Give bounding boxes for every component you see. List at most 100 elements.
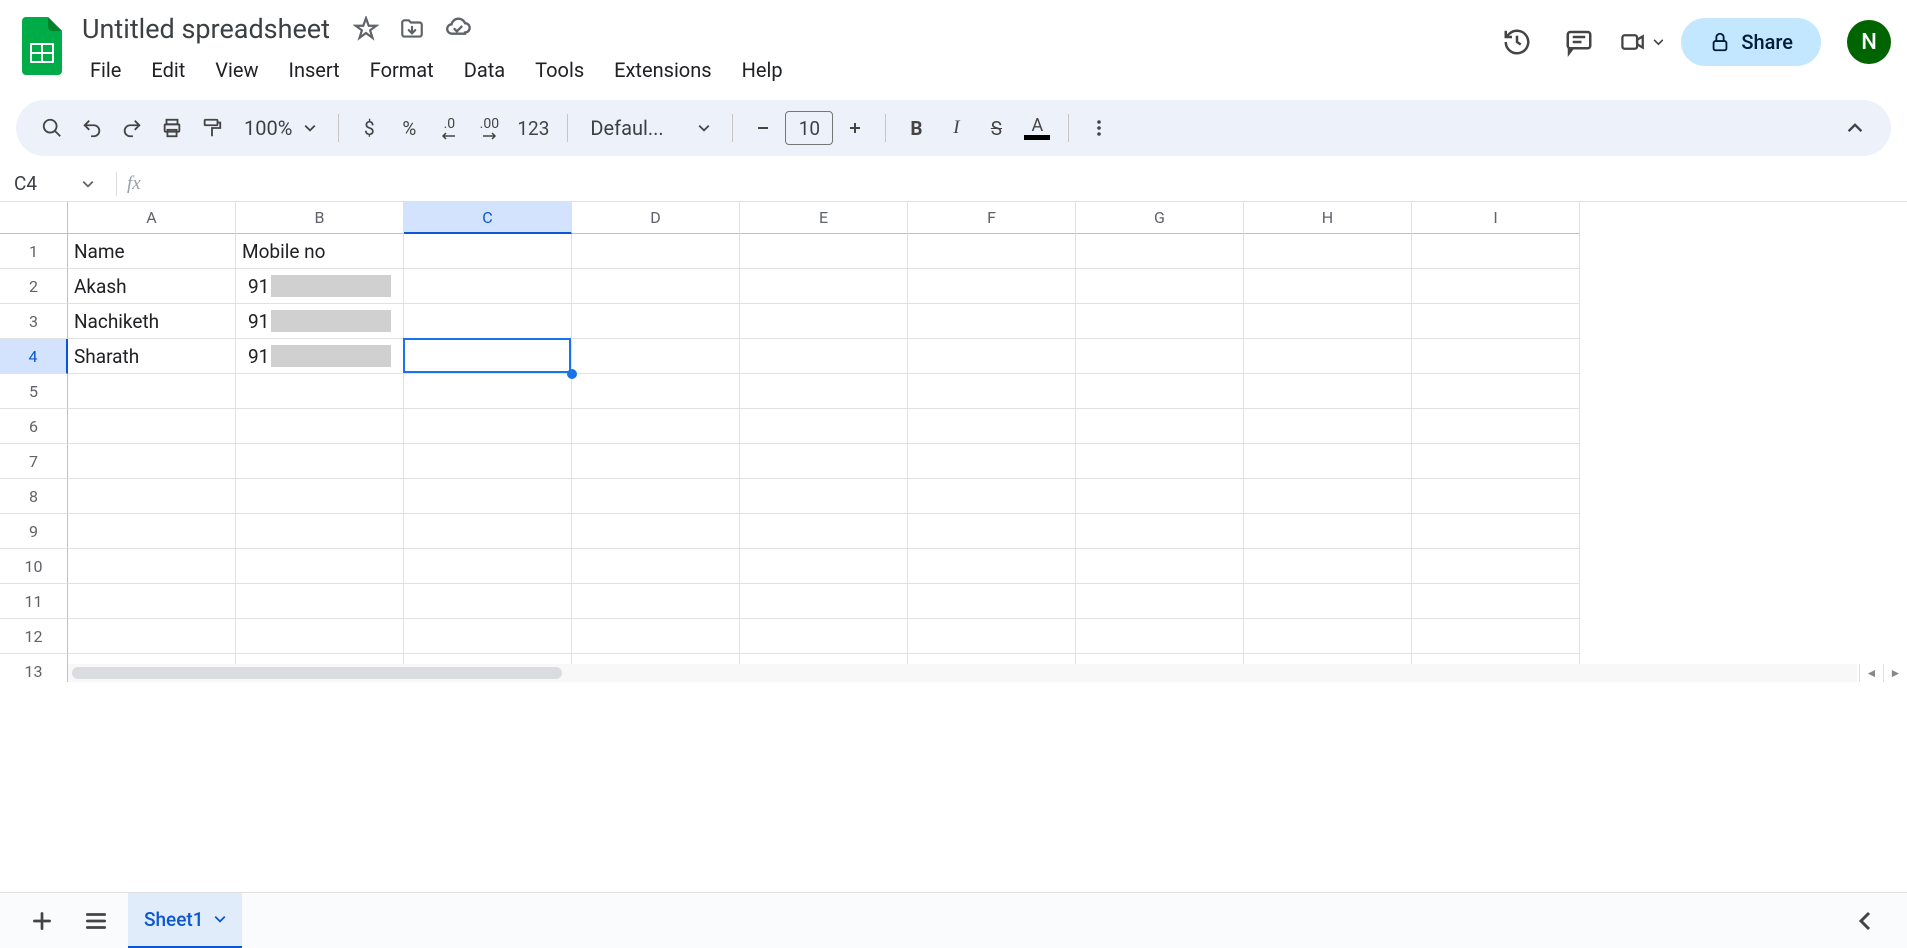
bold-button[interactable]: B [898, 110, 934, 146]
cell[interactable] [740, 479, 908, 514]
cell[interactable] [572, 269, 740, 304]
cell[interactable]: 91 [236, 269, 404, 304]
column-header[interactable]: I [1412, 202, 1580, 234]
cell[interactable] [740, 619, 908, 654]
cell[interactable] [1412, 444, 1580, 479]
cell[interactable] [1412, 549, 1580, 584]
cell[interactable] [1412, 514, 1580, 549]
row-header[interactable]: 7 [0, 444, 68, 479]
cell[interactable] [572, 304, 740, 339]
menu-insert[interactable]: Insert [275, 52, 354, 88]
cell[interactable]: Sharath [68, 339, 236, 374]
cell[interactable] [236, 514, 404, 549]
cell[interactable] [908, 444, 1076, 479]
menu-edit[interactable]: Edit [137, 52, 199, 88]
user-avatar[interactable]: N [1847, 20, 1891, 64]
horizontal-scrollbar[interactable] [68, 664, 1857, 682]
cell[interactable] [68, 514, 236, 549]
row-header[interactable]: 1 [0, 234, 68, 269]
font-dropdown[interactable]: Defaul... [580, 110, 720, 146]
cell[interactable] [404, 479, 572, 514]
name-box[interactable]: C4 [8, 172, 106, 195]
cell[interactable] [1244, 584, 1412, 619]
cell[interactable] [1244, 549, 1412, 584]
number-format-button[interactable]: 123 [511, 110, 555, 146]
cell[interactable] [1076, 584, 1244, 619]
cell[interactable] [908, 339, 1076, 374]
cell[interactable] [236, 619, 404, 654]
cell[interactable] [1412, 409, 1580, 444]
cloud-status-icon[interactable] [442, 13, 474, 45]
italic-button[interactable]: I [938, 110, 974, 146]
cell[interactable] [236, 374, 404, 409]
row-header[interactable]: 3 [0, 304, 68, 339]
cell[interactable] [908, 304, 1076, 339]
cell[interactable] [404, 514, 572, 549]
undo-icon[interactable] [74, 110, 110, 146]
cell[interactable] [1076, 549, 1244, 584]
sheets-logo[interactable] [16, 8, 68, 78]
cell[interactable] [404, 234, 572, 269]
row-header[interactable]: 5 [0, 374, 68, 409]
row-header[interactable]: 6 [0, 409, 68, 444]
cell[interactable] [740, 409, 908, 444]
cell[interactable] [740, 444, 908, 479]
zoom-dropdown[interactable]: 100% [234, 110, 326, 146]
scrollbar-thumb[interactable] [72, 667, 562, 679]
paint-format-icon[interactable] [194, 110, 230, 146]
cell[interactable]: Name [68, 234, 236, 269]
cell[interactable] [236, 409, 404, 444]
cell[interactable] [68, 409, 236, 444]
cell[interactable]: 91 [236, 339, 404, 374]
decrease-decimal-button[interactable]: .0 [431, 110, 467, 146]
history-icon[interactable] [1495, 20, 1539, 64]
strikethrough-button[interactable]: S [978, 110, 1014, 146]
cell[interactable] [236, 444, 404, 479]
cell[interactable] [1244, 339, 1412, 374]
cell[interactable] [1244, 479, 1412, 514]
column-header[interactable]: A [68, 202, 236, 234]
sheet-tab-active[interactable]: Sheet1 [128, 893, 242, 948]
all-sheets-button[interactable] [74, 899, 118, 943]
formula-input[interactable] [141, 166, 1907, 201]
cell[interactable] [1076, 479, 1244, 514]
cell[interactable] [908, 549, 1076, 584]
cell[interactable] [1244, 444, 1412, 479]
cell[interactable] [740, 584, 908, 619]
cell[interactable] [572, 234, 740, 269]
cell[interactable] [1076, 374, 1244, 409]
explore-button[interactable] [1843, 899, 1887, 943]
search-icon[interactable] [34, 110, 70, 146]
cell[interactable] [908, 269, 1076, 304]
column-header[interactable]: E [740, 202, 908, 234]
cell[interactable] [404, 444, 572, 479]
menu-help[interactable]: Help [728, 52, 797, 88]
cell[interactable] [1244, 409, 1412, 444]
cell[interactable]: 91 [236, 304, 404, 339]
cell[interactable] [1412, 374, 1580, 409]
select-all-corner[interactable] [0, 202, 68, 234]
column-header[interactable]: C [404, 202, 572, 234]
cell[interactable] [740, 234, 908, 269]
cell[interactable] [572, 409, 740, 444]
currency-format-button[interactable]: $ [351, 110, 387, 146]
cell[interactable] [68, 619, 236, 654]
cell[interactable] [1244, 374, 1412, 409]
cell[interactable] [740, 304, 908, 339]
menu-view[interactable]: View [201, 52, 272, 88]
cell[interactable] [404, 339, 572, 374]
cell[interactable] [68, 374, 236, 409]
column-header[interactable]: G [1076, 202, 1244, 234]
cell[interactable] [68, 549, 236, 584]
column-header[interactable]: F [908, 202, 1076, 234]
spreadsheet-grid[interactable]: ABCDEFGHI1NameMobile no2Akash913Nachiket… [0, 202, 1907, 682]
scroll-left-button[interactable]: ◄ [1859, 664, 1883, 682]
cell[interactable] [1076, 514, 1244, 549]
cell[interactable] [236, 549, 404, 584]
cell[interactable] [572, 339, 740, 374]
cell[interactable] [68, 584, 236, 619]
cell[interactable] [1412, 234, 1580, 269]
cell[interactable] [908, 374, 1076, 409]
menu-tools[interactable]: Tools [521, 52, 598, 88]
menu-extensions[interactable]: Extensions [600, 52, 725, 88]
